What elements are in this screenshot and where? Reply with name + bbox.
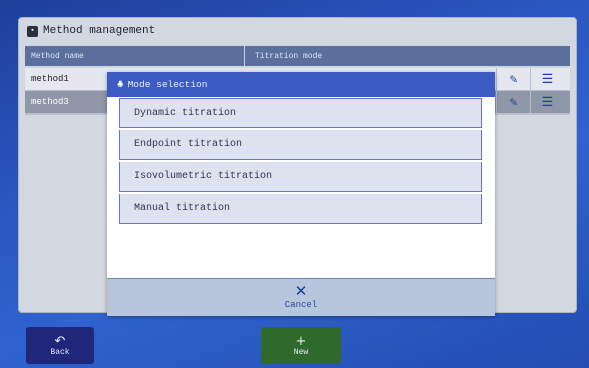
back-button[interactable]: ↶ Back xyxy=(26,327,94,364)
method-name-cell: method1 xyxy=(31,74,69,84)
new-button[interactable]: + New xyxy=(261,327,341,364)
window-title: Method management xyxy=(43,25,156,37)
table-header: Method name Titration mode xyxy=(25,46,570,66)
list-icon[interactable]: ☰ xyxy=(530,68,564,90)
dialog-title: Mode selection xyxy=(127,79,208,90)
option-endpoint-titration[interactable]: Endpoint titration xyxy=(119,130,482,160)
mode-option-list: Dynamic titration Endpoint titration Iso… xyxy=(119,98,482,226)
pencil-icon[interactable]: ✎ xyxy=(496,68,530,90)
option-manual-titration[interactable]: Manual titration xyxy=(119,194,482,224)
new-label: New xyxy=(293,347,309,357)
pencil-icon[interactable]: ✎ xyxy=(496,91,530,113)
dialog-title-bar: ♣ Mode selection xyxy=(107,72,495,97)
app-icon: ▪ xyxy=(27,25,38,37)
row-actions: ✎ ☰ xyxy=(496,68,564,90)
column-method-name: Method name xyxy=(25,46,245,66)
plus-icon: + xyxy=(295,333,307,349)
cancel-button[interactable]: ✕ Cancel xyxy=(107,278,495,316)
close-icon: ✕ xyxy=(294,282,308,300)
back-arrow-icon: ↶ xyxy=(54,333,66,349)
mode-selection-dialog: ♣ Mode selection Dynamic titration Endpo… xyxy=(107,72,495,316)
window-title-bar: ▪ Method management xyxy=(19,18,576,44)
column-titration-mode: Titration mode xyxy=(255,51,323,61)
option-isovolumetric-titration[interactable]: Isovolumetric titration xyxy=(119,162,482,192)
cancel-label: Cancel xyxy=(284,300,318,310)
back-label: Back xyxy=(50,347,70,357)
option-dynamic-titration[interactable]: Dynamic titration xyxy=(119,98,482,128)
row-actions: ✎ ☰ xyxy=(496,91,564,113)
list-icon[interactable]: ☰ xyxy=(530,91,564,113)
method-name-cell: method3 xyxy=(31,97,69,107)
network-icon: ♣ xyxy=(117,78,124,91)
